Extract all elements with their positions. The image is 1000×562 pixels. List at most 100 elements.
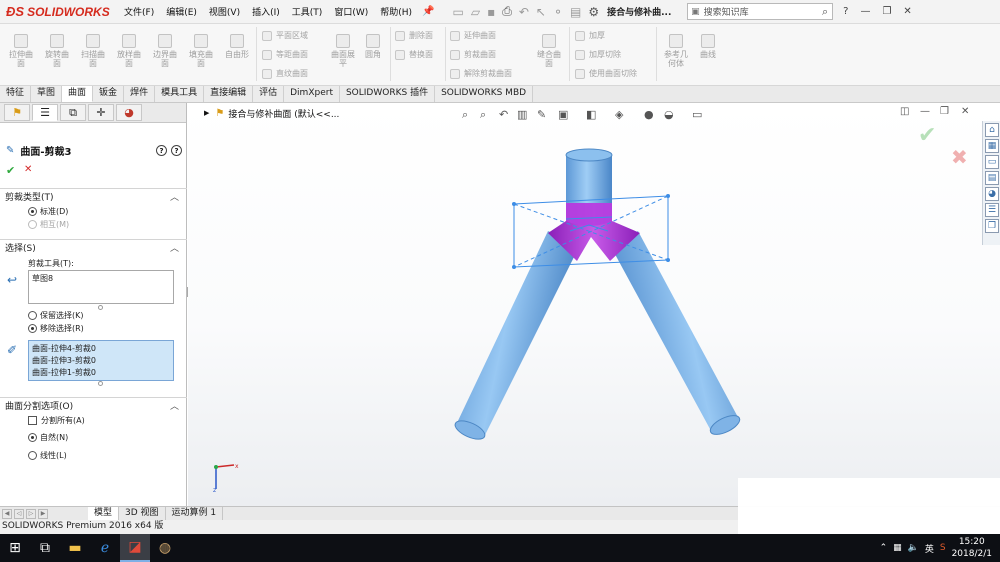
close-button[interactable]: ✕ — [903, 6, 911, 17]
home-icon[interactable]: ⌂ — [985, 123, 999, 137]
last-tab-arrow-icon[interactable]: ▶ — [38, 508, 48, 519]
tab-sketch[interactable]: 草图 — [31, 86, 63, 102]
tab-3d-view[interactable]: 3D 视图 — [119, 507, 166, 520]
rebuild-icon[interactable]: ⚬ — [553, 5, 563, 19]
vertical-tube-top[interactable] — [565, 148, 613, 162]
confirmation-accept-icon[interactable]: ✔ — [918, 123, 936, 148]
edge-browser-icon[interactable]: ℯ — [90, 534, 120, 562]
tab-solidworks-mbd[interactable]: SOLIDWORKS MBD — [435, 86, 534, 102]
mutual-radio[interactable]: 相互(M) — [28, 219, 69, 230]
custom-properties-icon[interactable]: ☰ — [985, 203, 999, 217]
menu-edit[interactable]: 编辑(E) — [160, 5, 203, 18]
untrim-surface-button[interactable]: 解除剪裁曲面 — [450, 68, 512, 79]
sketch-point[interactable] — [666, 258, 670, 262]
next-tab-arrow-icon[interactable]: ▷ — [26, 508, 36, 519]
save-icon[interactable]: ▪ — [487, 5, 495, 19]
replace-face-button[interactable]: 替换面 — [395, 49, 433, 60]
remove-selections-radio[interactable]: 移除选择(R) — [28, 323, 84, 334]
list-item[interactable]: 曲面-拉伸4-剪裁0 — [32, 343, 170, 355]
keep-selections-radio[interactable]: 保留选择(K) — [28, 310, 84, 321]
delete-face-button[interactable]: 删除面 — [395, 30, 433, 41]
help-circle-icon[interactable]: ? — [171, 145, 182, 156]
swept-surface-button[interactable]: 扫描曲 面 — [78, 34, 108, 68]
design-library-icon[interactable]: ▦ — [985, 139, 999, 153]
sketch-point[interactable] — [512, 265, 516, 269]
volume-icon[interactable]: 🔈 — [908, 543, 919, 553]
print-icon[interactable]: ⎙ — [502, 4, 512, 19]
thicken-button[interactable]: 加厚 — [575, 30, 605, 41]
freeform-button[interactable]: 自由形 — [222, 34, 252, 59]
tab-surfaces[interactable]: 曲面 — [62, 86, 94, 102]
ruled-surface-button[interactable]: 直纹曲面 — [262, 68, 308, 79]
selections-group-header[interactable]: 选择(S) ︿ — [0, 239, 187, 255]
menu-insert[interactable]: 插入(I) — [246, 5, 286, 18]
sogou-ime-icon[interactable]: S — [940, 543, 946, 553]
split-all-checkbox[interactable]: 分割所有(A) — [28, 415, 85, 426]
dimxpert-manager-tab-icon[interactable]: ✛ — [88, 104, 114, 121]
confirmation-reject-icon[interactable]: ✖ — [951, 145, 968, 169]
pieces-listbox[interactable]: 曲面-拉伸4-剪裁0 曲面-拉伸3-剪裁0 曲面-拉伸1-剪裁0 — [28, 340, 174, 381]
prev-tab-arrow-icon[interactable]: ◁ — [14, 508, 24, 519]
left-leg-surface[interactable] — [456, 231, 580, 437]
filled-surface-button[interactable]: 填充曲 面 — [186, 34, 216, 68]
search-icon[interactable]: ⌕ — [822, 5, 828, 19]
ok-check-icon[interactable]: ✔ — [6, 164, 15, 177]
menu-file[interactable]: 文件(F) — [118, 5, 160, 18]
tab-dimxpert[interactable]: DimXpert — [284, 86, 340, 102]
select-icon[interactable]: ↖ — [536, 5, 546, 19]
collapse-chevron-icon[interactable]: ︿ — [170, 190, 179, 203]
list-item[interactable]: 曲面-拉伸1-剪裁0 — [32, 367, 170, 379]
curves-button[interactable]: 曲线 — [695, 34, 721, 59]
forum-icon[interactable]: ❐ — [985, 219, 999, 233]
file-explorer-icon[interactable]: ▭ — [985, 155, 999, 169]
cut-with-surface-button[interactable]: 使用曲面切除 — [575, 68, 637, 79]
tab-weldments[interactable]: 焊件 — [124, 86, 156, 102]
solidworks-logo[interactable]: ƉS SOLIDWORKS — [0, 4, 118, 19]
tab-mold-tools[interactable]: 模具工具 — [155, 86, 205, 102]
open-icon[interactable]: ▱ — [471, 5, 480, 19]
reference-geometry-button[interactable]: 参考几 何体 — [661, 34, 691, 68]
new-document-icon[interactable]: ▭ — [453, 5, 464, 19]
network-icon[interactable]: ▦ — [893, 543, 902, 553]
feature-manager-tab-icon[interactable]: ⚑ — [4, 104, 30, 121]
collapse-chevron-icon[interactable]: ︿ — [170, 241, 179, 254]
restore-button[interactable]: ❐ — [882, 6, 891, 17]
configuration-manager-tab-icon[interactable]: ⧉ — [60, 104, 86, 121]
thickened-cut-button[interactable]: 加厚切除 — [575, 49, 621, 60]
lofted-surface-button[interactable]: 放样曲 面 — [114, 34, 144, 68]
trim-surface-button[interactable]: 剪裁曲面 — [450, 49, 496, 60]
tab-solidworks-addins[interactable]: SOLIDWORKS 插件 — [339, 86, 436, 102]
paint-app-icon[interactable]: ◍ — [150, 534, 180, 562]
surface-flatten-button[interactable]: 曲面展 平 — [328, 34, 358, 68]
file-properties-icon[interactable]: ▤ — [570, 5, 581, 19]
natural-radio[interactable]: 自然(N) — [28, 432, 68, 443]
revolved-surface-button[interactable]: 旋转曲 面 — [42, 34, 72, 68]
task-view-icon[interactable]: ⧉ — [30, 534, 60, 562]
right-leg-surface[interactable] — [610, 231, 740, 429]
surface-split-group-header[interactable]: 曲面分割选项(O) ︿ — [0, 397, 187, 413]
help-icon[interactable]: ? — [843, 6, 848, 17]
boundary-surface-button[interactable]: 边界曲 面 — [150, 34, 180, 68]
clock[interactable]: 15:20 2018/2/1 — [952, 536, 992, 560]
pin-menu-icon[interactable]: 📌 — [422, 6, 434, 17]
tab-sheet-metal[interactable]: 钣金 — [93, 86, 125, 102]
collapse-chevron-icon[interactable]: ︿ — [170, 399, 179, 412]
display-manager-tab-icon[interactable]: ◕ — [116, 104, 142, 121]
tab-direct-editing[interactable]: 直接编辑 — [204, 86, 254, 102]
trim-type-group-header[interactable]: 剪裁类型(T) ︿ — [0, 188, 187, 204]
list-item[interactable]: 曲面-拉伸3-剪裁0 — [32, 355, 170, 367]
menu-help[interactable]: 帮助(H) — [374, 5, 418, 18]
minimize-button[interactable]: — — [860, 6, 870, 17]
listbox-resize-handle[interactable] — [98, 305, 103, 310]
sketch-point[interactable] — [666, 194, 670, 198]
first-tab-arrow-icon[interactable]: ◀ — [2, 508, 12, 519]
extruded-surface-button[interactable]: 拉伸曲 面 — [6, 34, 36, 68]
standard-radio[interactable]: 标准(D) — [28, 206, 68, 217]
graphics-area[interactable]: ▶ ⚑ 接合与修补曲面 (默认<<... ⌕ ⌕ ↶ ▥ ✎ ▣ ◧ ◈ ● ◒ ▭… — [188, 103, 1000, 506]
tray-chevron-icon[interactable]: ⌃ — [880, 543, 888, 553]
3d-model-view[interactable] — [188, 103, 1000, 506]
fillet-button[interactable]: 圆角 — [360, 34, 386, 59]
property-manager-tab-icon[interactable]: ☰ — [32, 104, 58, 121]
trim-tool-listbox[interactable]: 草图8 — [28, 270, 174, 304]
tab-evaluate[interactable]: 评估 — [253, 86, 285, 102]
